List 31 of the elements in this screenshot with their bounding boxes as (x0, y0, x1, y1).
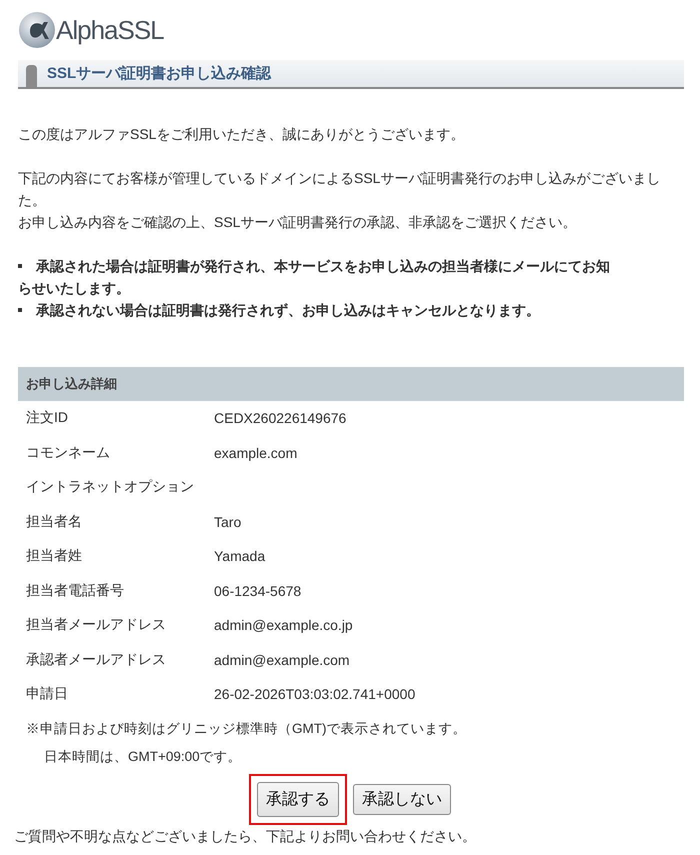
field-value: admin@example.co.jp (214, 617, 353, 634)
field-label: イントラネットオプション (25, 478, 195, 496)
field-label: コモンネーム (25, 444, 111, 462)
field-label: 担当者メールアドレス (25, 616, 167, 634)
field-value: admin@example.com (214, 652, 350, 668)
field-label: 注文ID (25, 409, 69, 428)
field-value: 26-02-2026T03:03:02.741+0000 (214, 686, 416, 702)
alpha-logo-icon (18, 11, 56, 49)
time-note: ※申請日および時刻はグリニッジ標準時（GMT)で表示されています。 (25, 720, 468, 738)
field-label: 担当者姓 (25, 547, 83, 566)
reject-button[interactable]: 承認しない (353, 784, 451, 814)
page-title: SSLサーバ証明書お申し込み確認 (47, 64, 272, 83)
intro-text: 下記の内容にてお客様が管理しているドメインによるSSLサーバ証明書発行のお申し込みがございました。 (18, 169, 662, 210)
note-text: 承認された場合は証明書が発行され、本サービスをお申し込みの担当者様にメールにてお知らせいたします。 (18, 257, 611, 298)
approve-button[interactable]: 承認する (257, 782, 339, 816)
footer-text: ご質問や不明な点などございましたら、下記よりお問い合わせください。 (14, 826, 477, 846)
field-value: example.com (214, 444, 298, 461)
field-value: 06-1234-5678 (214, 582, 302, 599)
field-value: Taro (214, 514, 242, 530)
field-value: Yamada (214, 548, 266, 564)
field-label: 承認者メールアドレス (25, 650, 167, 669)
intro-text: お申し込み内容をご確認の上、SSLサーバ証明書発行の承認、非承認をご選択ください。 (18, 213, 578, 232)
note-text: 承認されない場合は証明書は発行されず、お申し込みはキャンセルとなります。 (18, 299, 614, 321)
logo-text: AlphaSSL (56, 17, 164, 43)
field-label: 担当者電話番号 (25, 582, 125, 600)
intro-text: この度はアルファSSLをご利用いただき、誠にありがとうございます。 (18, 125, 466, 144)
field-label: 担当者名 (25, 512, 83, 531)
field-value: CEDX260226149676 (214, 410, 346, 426)
section-heading: お申し込み詳細 (18, 367, 684, 401)
time-note: 日本時間は、GMT+09:00です。 (43, 748, 243, 766)
field-label: 申請日 (25, 685, 69, 704)
